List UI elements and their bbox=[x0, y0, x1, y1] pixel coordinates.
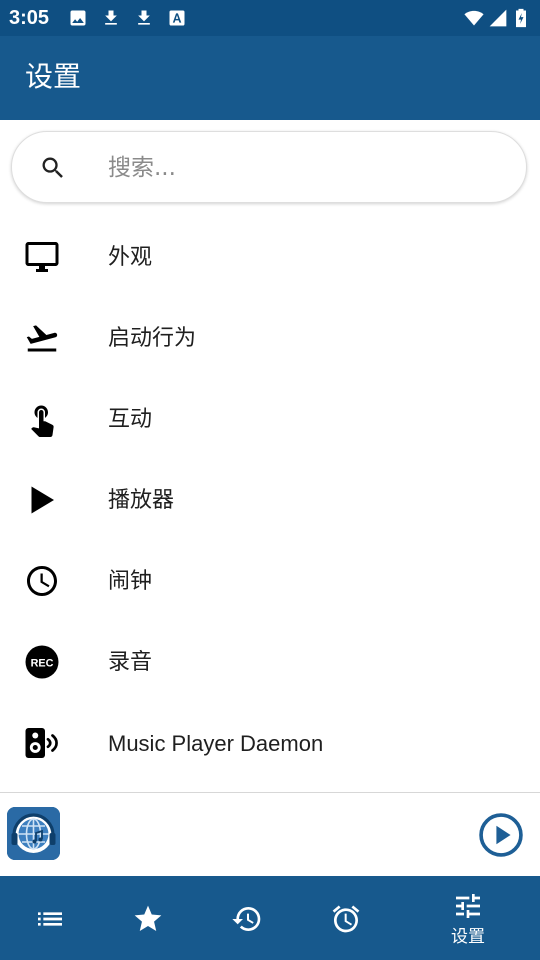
settings-item-label: 互动 bbox=[108, 407, 153, 432]
alarm-icon bbox=[330, 903, 362, 935]
monitor-icon bbox=[24, 239, 60, 275]
wifi-icon bbox=[462, 8, 486, 28]
search-bar[interactable] bbox=[11, 131, 527, 203]
download-icon bbox=[101, 8, 121, 28]
battery-charging-icon bbox=[514, 8, 528, 28]
play-circle-icon[interactable] bbox=[478, 812, 524, 858]
svg-text:REC: REC bbox=[31, 658, 54, 670]
mini-player[interactable] bbox=[0, 793, 540, 876]
clock-icon bbox=[24, 563, 60, 599]
app-bar: 设置 bbox=[0, 36, 540, 120]
settings-item-player[interactable]: 播放器 bbox=[0, 460, 540, 541]
status-time: 3:05 bbox=[9, 7, 50, 29]
status-bar: 3:05 bbox=[0, 0, 540, 36]
nav-item-history[interactable] bbox=[197, 876, 297, 960]
settings-item-label: 外观 bbox=[108, 245, 153, 270]
search-input[interactable] bbox=[108, 148, 488, 188]
touch-icon bbox=[24, 401, 60, 437]
settings-item-alarm[interactable]: 闹钟 bbox=[0, 541, 540, 622]
settings-item-label: 录音 bbox=[108, 650, 153, 675]
page-title: 设置 bbox=[25, 60, 82, 93]
star-icon bbox=[132, 903, 164, 935]
bottom-nav: 设置 bbox=[0, 876, 540, 960]
settings-item-interaction[interactable]: 互动 bbox=[0, 379, 540, 460]
image-icon bbox=[68, 8, 88, 28]
nav-item-favorites[interactable] bbox=[98, 876, 198, 960]
history-icon bbox=[231, 903, 263, 935]
settings-item-recording[interactable]: REC 录音 bbox=[0, 622, 540, 703]
nav-item-settings[interactable]: 设置 bbox=[418, 876, 518, 960]
nav-item-alarm[interactable] bbox=[296, 876, 396, 960]
flight-takeoff-icon bbox=[24, 320, 60, 356]
settings-item-label: 闹钟 bbox=[108, 569, 153, 594]
settings-item-appearance[interactable]: 外观 bbox=[0, 217, 540, 298]
settings-item-label: 播放器 bbox=[108, 488, 175, 513]
list-icon bbox=[34, 903, 66, 935]
station-globe-logo[interactable] bbox=[7, 807, 60, 860]
settings-list: 外观 启动行为 互动 播放器 闹钟 REC 录音 Music Player Da… bbox=[0, 217, 540, 784]
settings-item-label: 启动行为 bbox=[108, 326, 197, 351]
play-arrow-icon bbox=[24, 482, 60, 518]
settings-item-label: Music Player Daemon bbox=[108, 731, 324, 756]
signal-icon bbox=[488, 8, 508, 28]
settings-item-mpd[interactable]: Music Player Daemon bbox=[0, 703, 540, 784]
font-app-icon bbox=[167, 8, 187, 28]
speaker-icon bbox=[24, 725, 60, 761]
nav-item-list[interactable] bbox=[0, 876, 100, 960]
app-root: 3:05 设置 搜索... 外观 启动行为 互动 播放器 闹钟 REC 录音 M… bbox=[0, 0, 540, 960]
download-icon bbox=[134, 8, 154, 28]
tune-icon bbox=[452, 890, 484, 922]
search-icon bbox=[39, 154, 67, 182]
rec-icon: REC bbox=[24, 644, 60, 680]
nav-label-settings: 设置 bbox=[451, 927, 485, 947]
settings-item-startup[interactable]: 启动行为 bbox=[0, 298, 540, 379]
